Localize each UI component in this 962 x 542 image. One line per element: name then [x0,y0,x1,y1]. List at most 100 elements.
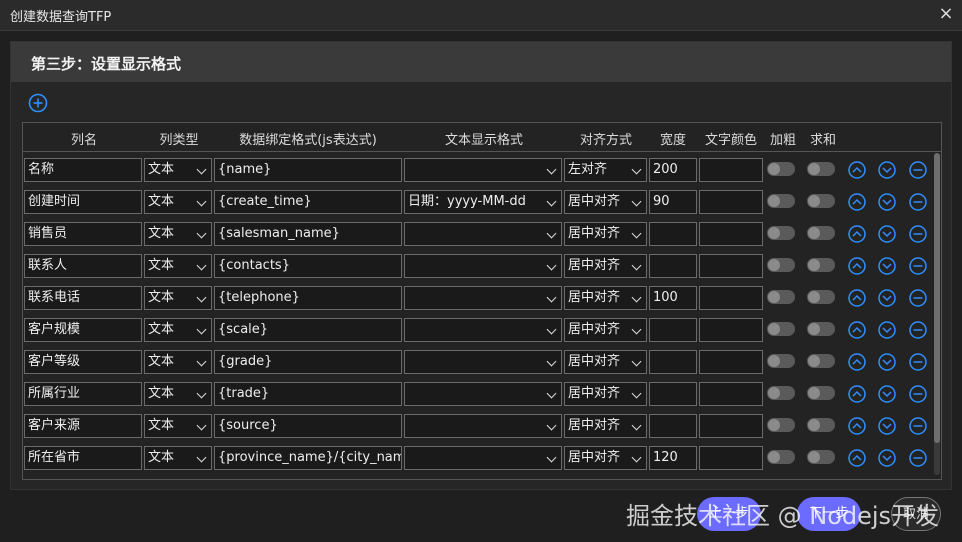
column-name-input[interactable]: 所属行业 [24,382,142,406]
move-up-icon[interactable] [848,193,866,211]
sum-toggle[interactable] [807,290,835,304]
column-name-input[interactable]: 名称 [24,158,142,182]
move-down-icon[interactable] [878,385,896,403]
display-format-select[interactable] [404,414,562,438]
bold-toggle[interactable] [767,322,795,336]
width-input[interactable] [649,254,697,278]
text-color-input[interactable] [699,350,763,374]
width-input[interactable]: 100 [649,286,697,310]
bold-toggle[interactable] [767,354,795,368]
alignment-select[interactable]: 居中对齐 [564,382,647,406]
move-down-icon[interactable] [878,353,896,371]
bold-toggle[interactable] [767,450,795,464]
column-type-select[interactable]: 文本 [144,414,212,438]
display-format-select[interactable] [404,254,562,278]
alignment-select[interactable]: 居中对齐 [564,318,647,342]
column-name-input[interactable]: 销售员 [24,222,142,246]
sum-toggle[interactable] [807,226,835,240]
display-format-select[interactable] [404,382,562,406]
move-down-icon[interactable] [878,225,896,243]
remove-row-icon[interactable] [909,161,927,179]
remove-row-icon[interactable] [909,353,927,371]
scrollbar-thumb[interactable] [934,153,940,443]
move-up-icon[interactable] [848,289,866,307]
move-up-icon[interactable] [848,385,866,403]
column-type-select[interactable]: 文本 [144,158,212,182]
width-input[interactable]: 90 [649,190,697,214]
text-color-input[interactable] [699,286,763,310]
width-input[interactable] [649,318,697,342]
width-input[interactable] [649,222,697,246]
sum-toggle[interactable] [807,322,835,336]
sum-toggle[interactable] [807,354,835,368]
add-column-icon[interactable] [28,93,48,113]
move-down-icon[interactable] [878,257,896,275]
width-input[interactable]: 200 [649,158,697,182]
alignment-select[interactable]: 左对齐 [564,158,647,182]
move-up-icon[interactable] [848,257,866,275]
bold-toggle[interactable] [767,386,795,400]
remove-row-icon[interactable] [909,225,927,243]
move-up-icon[interactable] [848,225,866,243]
bold-toggle[interactable] [767,258,795,272]
binding-format-input[interactable]: {salesman_name} [214,222,402,246]
display-format-select[interactable] [404,318,562,342]
column-type-select[interactable]: 文本 [144,350,212,374]
alignment-select[interactable]: 居中对齐 [564,350,647,374]
remove-row-icon[interactable] [909,257,927,275]
width-input[interactable] [649,350,697,374]
alignment-select[interactable]: 居中对齐 [564,222,647,246]
sum-toggle[interactable] [807,194,835,208]
move-up-icon[interactable] [848,161,866,179]
bold-toggle[interactable] [767,194,795,208]
sum-toggle[interactable] [807,418,835,432]
binding-format-input[interactable]: {province_name}/{city_name} [214,446,402,470]
sum-toggle[interactable] [807,258,835,272]
width-input[interactable]: 120 [649,446,697,470]
column-type-select[interactable]: 文本 [144,286,212,310]
move-down-icon[interactable] [878,289,896,307]
remove-row-icon[interactable] [909,193,927,211]
column-type-select[interactable]: 文本 [144,222,212,246]
remove-row-icon[interactable] [909,289,927,307]
width-input[interactable] [649,414,697,438]
column-type-select[interactable]: 文本 [144,382,212,406]
alignment-select[interactable]: 居中对齐 [564,190,647,214]
sum-toggle[interactable] [807,450,835,464]
text-color-input[interactable] [699,190,763,214]
binding-format-input[interactable]: {source} [214,414,402,438]
move-up-icon[interactable] [848,417,866,435]
table-scrollbar[interactable] [934,153,940,475]
binding-format-input[interactable]: {name} [214,158,402,182]
alignment-select[interactable]: 居中对齐 [564,286,647,310]
binding-format-input[interactable]: {trade} [214,382,402,406]
move-down-icon[interactable] [878,417,896,435]
binding-format-input[interactable]: {telephone} [214,286,402,310]
column-name-input[interactable]: 创建时间 [24,190,142,214]
bold-toggle[interactable] [767,162,795,176]
alignment-select[interactable]: 居中对齐 [564,414,647,438]
display-format-select[interactable] [404,446,562,470]
binding-format-input[interactable]: {scale} [214,318,402,342]
move-up-icon[interactable] [848,353,866,371]
column-name-input[interactable]: 联系人 [24,254,142,278]
sum-toggle[interactable] [807,386,835,400]
column-type-select[interactable]: 文本 [144,446,212,470]
column-name-input[interactable]: 联系电话 [24,286,142,310]
remove-row-icon[interactable] [909,321,927,339]
move-down-icon[interactable] [878,321,896,339]
width-input[interactable] [649,382,697,406]
remove-row-icon[interactable] [909,417,927,435]
sum-toggle[interactable] [807,162,835,176]
text-color-input[interactable] [699,318,763,342]
display-format-select[interactable]: 日期：yyyy-MM-dd [404,190,562,214]
binding-format-input[interactable]: {contacts} [214,254,402,278]
column-name-input[interactable]: 客户等级 [24,350,142,374]
alignment-select[interactable]: 居中对齐 [564,446,647,470]
alignment-select[interactable]: 居中对齐 [564,254,647,278]
column-type-select[interactable]: 文本 [144,318,212,342]
move-up-icon[interactable] [848,321,866,339]
move-down-icon[interactable] [878,161,896,179]
display-format-select[interactable] [404,222,562,246]
bold-toggle[interactable] [767,290,795,304]
